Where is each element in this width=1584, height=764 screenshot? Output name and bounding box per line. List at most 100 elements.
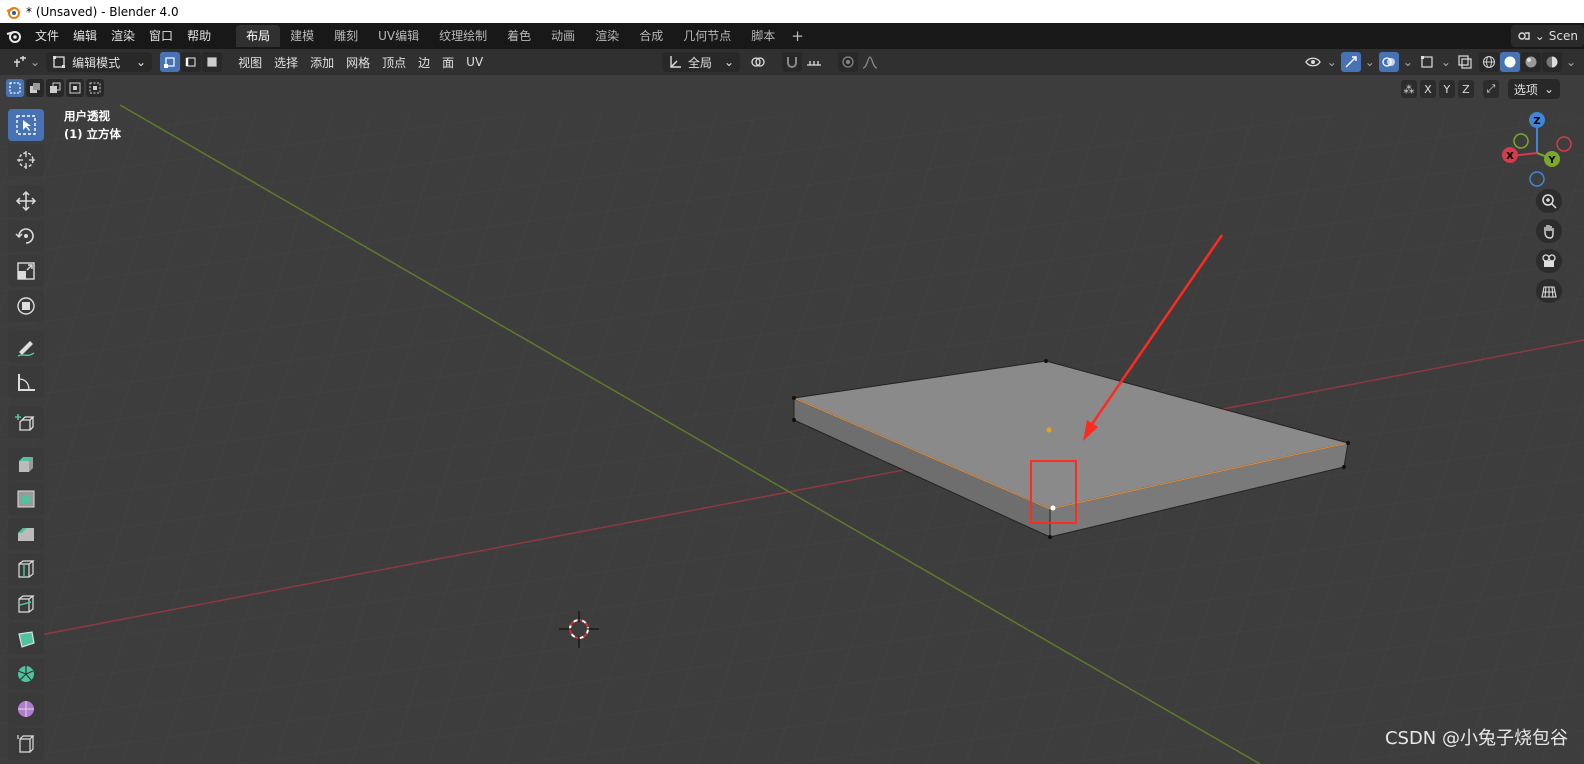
tab-texture-paint[interactable]: 纹理绘制 <box>429 25 497 47</box>
select-subtract-icon[interactable] <box>46 79 64 97</box>
tab-sculpting[interactable]: 雕刻 <box>324 25 368 47</box>
tab-compositing[interactable]: 合成 <box>629 25 673 47</box>
face-select-icon[interactable] <box>202 52 223 72</box>
snap-icon[interactable] <box>782 52 802 72</box>
add-cube-icon[interactable] <box>8 407 44 439</box>
chevron-down-icon: ⌄ <box>1543 82 1554 96</box>
move-icon[interactable] <box>8 185 44 217</box>
select-new-icon[interactable] <box>6 79 24 97</box>
wireframe-shading-icon[interactable] <box>1478 52 1499 72</box>
shading-mode-group <box>1478 52 1562 72</box>
window-titlebar: * (Unsaved) - Blender 4.0 <box>0 0 1584 23</box>
menu-view[interactable]: 视图 <box>232 54 268 71</box>
watermark: CSDN @小兔子烧包谷 <box>1384 728 1568 749</box>
edit-mode-icon <box>53 56 66 68</box>
cursor-icon[interactable] <box>8 144 44 176</box>
edge-slide-icon[interactable] <box>8 728 44 760</box>
transform-icon[interactable] <box>8 290 44 322</box>
falloff-icon[interactable] <box>860 52 880 72</box>
chevron-down-icon: ⌄ <box>1440 55 1451 69</box>
tab-modeling[interactable]: 建模 <box>280 25 324 47</box>
bevel-icon[interactable] <box>8 518 44 550</box>
ortho-grid-icon[interactable] <box>1536 279 1562 303</box>
proportional-edit-icon[interactable] <box>838 52 858 72</box>
menu-mesh[interactable]: 网格 <box>340 54 376 71</box>
tab-shading[interactable]: 着色 <box>497 25 541 47</box>
select-intersect-icon[interactable] <box>86 79 104 97</box>
tab-scripting[interactable]: 脚本 <box>741 25 785 47</box>
active-vertex[interactable] <box>1050 505 1056 511</box>
menu-face[interactable]: 面 <box>436 54 460 71</box>
vertex-select-icon[interactable] <box>160 52 181 72</box>
menu-window[interactable]: 窗口 <box>142 23 180 49</box>
tab-geometry-nodes[interactable]: 几何节点 <box>673 25 741 47</box>
visibility-icon[interactable] <box>1303 52 1323 72</box>
edge-select-icon[interactable] <box>181 52 202 72</box>
measure-icon[interactable] <box>8 366 44 398</box>
zoom-icon[interactable] <box>1536 189 1562 213</box>
menu-file[interactable]: 文件 <box>28 23 66 49</box>
smooth-icon[interactable] <box>8 693 44 725</box>
menu-edit[interactable]: 编辑 <box>66 23 104 49</box>
pan-hand-icon[interactable] <box>1536 219 1562 243</box>
select-invert-icon[interactable] <box>66 79 84 97</box>
mode-dropdown[interactable]: 编辑模式 ⌄ <box>46 52 153 72</box>
rotate-icon[interactable] <box>8 220 44 252</box>
tab-rendering[interactable]: 渲染 <box>585 25 629 47</box>
scene-selector: ⌄ Scen <box>1510 25 1584 47</box>
options-dropdown[interactable]: 选项 ⌄ <box>1507 79 1560 99</box>
camera-view-icon[interactable] <box>1536 249 1562 273</box>
chevron-down-icon: ⌄ <box>136 55 147 69</box>
orientation-icon <box>670 56 681 68</box>
gizmo-x-label: X <box>1506 151 1514 162</box>
spin-icon[interactable] <box>8 658 44 690</box>
snap-target-icon[interactable] <box>804 52 824 72</box>
scene-dropdown[interactable]: ⌄ Scen <box>1510 25 1584 47</box>
menu-add[interactable]: 添加 <box>304 54 340 71</box>
chevron-down-icon: ⌄ <box>1534 29 1545 43</box>
gizmo-z-label: Z <box>1533 116 1540 127</box>
select-extend-icon[interactable] <box>26 79 44 97</box>
editor-type-icon[interactable] <box>10 52 30 72</box>
window-title: * (Unsaved) - Blender 4.0 <box>26 4 179 19</box>
mode-label: 编辑模式 <box>72 55 121 70</box>
poly-build-icon[interactable] <box>8 623 44 655</box>
axis-y-toggle[interactable]: Y <box>1438 80 1455 98</box>
blender-menu-icon[interactable] <box>0 23 28 49</box>
menu-edge[interactable]: 边 <box>412 54 436 71</box>
menu-help[interactable]: 帮助 <box>180 23 218 49</box>
annotate-icon[interactable] <box>8 331 44 363</box>
mirror-icon[interactable]: ⁂ <box>1400 80 1417 98</box>
3d-viewport[interactable]: Z X Y ⁂ X Y Z ⤢ 选项 ⌄ 用户透视 (1) 立方体 CSDN @… <box>0 75 1584 764</box>
axis-z-toggle[interactable]: Z <box>1457 80 1474 98</box>
add-workspace-icon[interactable]: + <box>785 27 810 45</box>
chevron-down-icon: ⌄ <box>30 55 41 69</box>
solid-shading-icon[interactable] <box>1499 52 1520 72</box>
mesh-edit-overlay-icon[interactable] <box>1417 52 1437 72</box>
rendered-shading-icon[interactable] <box>1541 52 1562 72</box>
select-box-icon[interactable] <box>8 109 44 141</box>
inset-icon[interactable] <box>8 483 44 515</box>
tab-layout[interactable]: 布局 <box>236 25 281 47</box>
scale-icon[interactable] <box>8 255 44 287</box>
orientation-label: 全局 <box>688 55 713 70</box>
material-shading-icon[interactable] <box>1520 52 1541 72</box>
menu-uv[interactable]: UV <box>460 55 489 69</box>
pivot-point-icon[interactable] <box>748 52 768 72</box>
loop-cut-icon[interactable] <box>8 553 44 585</box>
xray-toggle-icon[interactable] <box>1455 52 1475 72</box>
transform-orientation-dropdown[interactable]: 全局 ⌄ <box>662 52 740 72</box>
auto-merge-icon[interactable]: ⤢ <box>1482 80 1499 98</box>
gizmo-toggle-icon[interactable] <box>1340 52 1361 72</box>
overlay-toggle-icon[interactable] <box>1378 52 1399 72</box>
axis-x-toggle[interactable]: X <box>1419 80 1436 98</box>
tab-animation[interactable]: 动画 <box>541 25 585 47</box>
chevron-down-icon: ⌄ <box>1565 55 1576 69</box>
tab-uv-editing[interactable]: UV编辑 <box>368 25 429 47</box>
view-name-label: 用户透视 <box>64 109 110 123</box>
extrude-icon[interactable] <box>8 448 44 480</box>
menu-vertex[interactable]: 顶点 <box>376 54 412 71</box>
menu-render[interactable]: 渲染 <box>104 23 142 49</box>
knife-icon[interactable] <box>8 588 44 620</box>
menu-select[interactable]: 选择 <box>268 54 304 71</box>
